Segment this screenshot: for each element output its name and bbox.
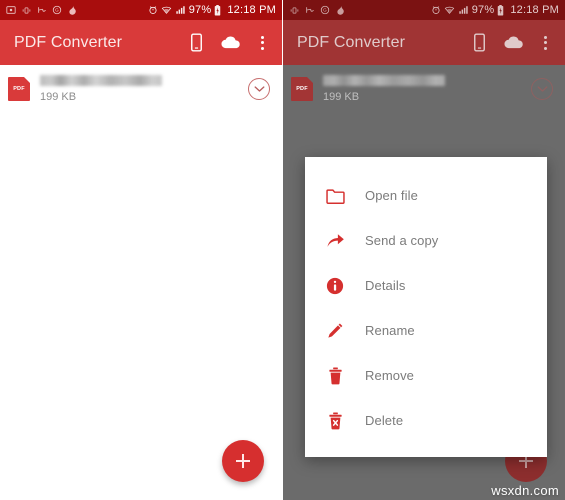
app-bar-left: PDF Converter — [0, 20, 282, 65]
pdf-badge-label: PDF — [296, 86, 308, 92]
svg-text:G: G — [323, 8, 327, 13]
battery-icon — [214, 4, 221, 16]
screenshot-root: G 97% 12:18 PM PDF Converter PDF 199 KB … — [0, 0, 565, 500]
app-bar-actions — [472, 33, 555, 53]
alarm-icon — [431, 5, 441, 15]
menu-item-label: Details — [365, 278, 406, 293]
battery-percent-label: 97% — [188, 4, 212, 16]
file-meta: 199 KB — [323, 75, 531, 103]
pdf-badge-label: PDF — [13, 86, 25, 92]
file-list-left: PDF 199 KB — [0, 65, 282, 500]
trash-icon — [323, 364, 347, 388]
overflow-menu-icon[interactable] — [540, 33, 551, 53]
menu-item-label: Open file — [365, 188, 418, 203]
vibrate-icon — [289, 6, 300, 15]
phone-screen-right: G 97% 12:18 PM PDF Converter PDF 199 KB … — [283, 0, 565, 500]
sync-icon: G — [52, 5, 62, 15]
page-title: PDF Converter — [297, 33, 405, 51]
menu-item-rename[interactable]: Rename — [305, 308, 547, 353]
clock-label: 12:18 PM — [227, 4, 276, 16]
menu-item-label: Remove — [365, 368, 415, 383]
status-bar-right-left-icons: G — [289, 5, 431, 16]
vibrate-icon — [21, 6, 32, 15]
status-bar-right: G 97% 12:18 PM — [283, 0, 565, 20]
do-not-disturb-icon — [37, 5, 47, 15]
folder-icon — [323, 184, 347, 208]
page-title: PDF Converter — [14, 33, 122, 51]
file-size-label: 199 KB — [323, 91, 360, 103]
battery-percent-label: 97% — [471, 4, 495, 16]
menu-item-open-file[interactable]: Open file — [305, 173, 547, 218]
app-bar-actions — [189, 33, 272, 53]
wifi-icon — [444, 5, 455, 15]
menu-item-label: Rename — [365, 323, 415, 338]
screenshot-icon — [6, 5, 16, 15]
signal-icon — [458, 5, 469, 15]
share-arrow-icon — [323, 229, 347, 253]
menu-item-delete[interactable]: Delete — [305, 398, 547, 443]
svg-text:G: G — [55, 8, 59, 13]
trash-x-icon — [323, 409, 347, 433]
app-notification-icon — [335, 5, 346, 16]
info-circle-icon — [323, 274, 347, 298]
chevron-down-circle-icon[interactable] — [531, 78, 553, 100]
file-size-label: 199 KB — [40, 91, 77, 103]
phone-icon[interactable] — [472, 33, 487, 52]
menu-item-label: Send a copy — [365, 233, 439, 248]
menu-item-label: Delete — [365, 413, 404, 428]
overflow-menu-icon[interactable] — [257, 33, 268, 53]
watermark-label: wsxdn.com — [491, 483, 559, 498]
status-bar-right-icons: 97% 12:18 PM — [148, 4, 276, 16]
battery-icon — [497, 4, 504, 16]
phone-icon[interactable] — [189, 33, 204, 52]
phone-screen-left: G 97% 12:18 PM PDF Converter PDF 199 KB — [0, 0, 283, 500]
file-list-right: PDF 199 KB Open file Send a copy Details… — [283, 65, 565, 500]
pdf-file-icon: PDF — [8, 77, 30, 101]
list-item[interactable]: PDF 199 KB — [0, 65, 282, 113]
menu-item-details[interactable]: Details — [305, 263, 547, 308]
alarm-icon — [148, 5, 158, 15]
list-item[interactable]: PDF 199 KB — [283, 65, 565, 113]
clock-label: 12:18 PM — [510, 4, 559, 16]
chevron-down-circle-icon[interactable] — [248, 78, 270, 100]
signal-icon — [175, 5, 186, 15]
pencil-icon — [323, 319, 347, 343]
cloud-icon[interactable] — [220, 35, 241, 50]
file-context-menu: Open file Send a copy Details Rename Rem… — [305, 157, 547, 457]
app-bar-right: PDF Converter — [283, 20, 565, 65]
file-meta: 199 KB — [40, 75, 248, 103]
menu-item-send-a-copy[interactable]: Send a copy — [305, 218, 547, 263]
file-name-redacted — [40, 75, 162, 86]
pdf-file-icon: PDF — [291, 77, 313, 101]
status-bar-left-icons: G — [6, 5, 148, 16]
status-bar-right-right-icons: 97% 12:18 PM — [431, 4, 559, 16]
menu-item-remove[interactable]: Remove — [305, 353, 547, 398]
add-file-fab[interactable] — [222, 440, 264, 482]
status-bar-left: G 97% 12:18 PM — [0, 0, 282, 20]
cloud-icon[interactable] — [503, 35, 524, 50]
wifi-icon — [161, 5, 172, 15]
plus-icon — [236, 454, 250, 468]
sync-icon: G — [320, 5, 330, 15]
app-notification-icon — [67, 5, 78, 16]
do-not-disturb-icon — [305, 5, 315, 15]
file-name-redacted — [323, 75, 445, 86]
